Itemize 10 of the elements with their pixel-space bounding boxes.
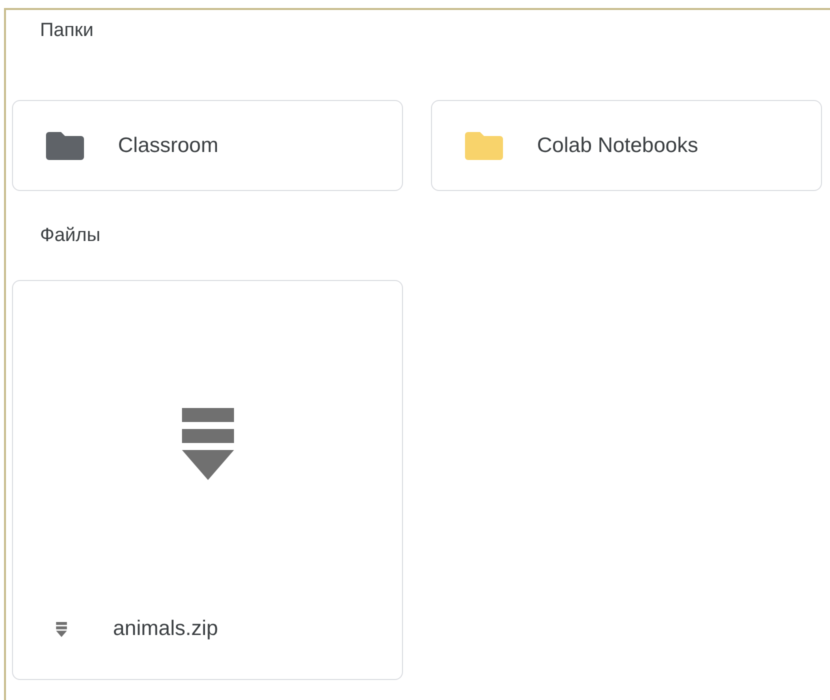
file-card[interactable]: animals.zip <box>12 280 403 680</box>
folder-name: Colab Notebooks <box>537 134 698 158</box>
folder-card[interactable]: Colab Notebooks <box>431 100 822 191</box>
section-heading: Папки <box>39 19 94 43</box>
file-name: animals.zip <box>113 617 218 641</box>
folder-name: Classroom <box>118 134 218 158</box>
section-heading: Файлы <box>39 224 102 248</box>
folder-card[interactable]: Classroom <box>12 100 403 191</box>
zip-icon <box>182 408 234 480</box>
zip-icon <box>56 622 67 636</box>
